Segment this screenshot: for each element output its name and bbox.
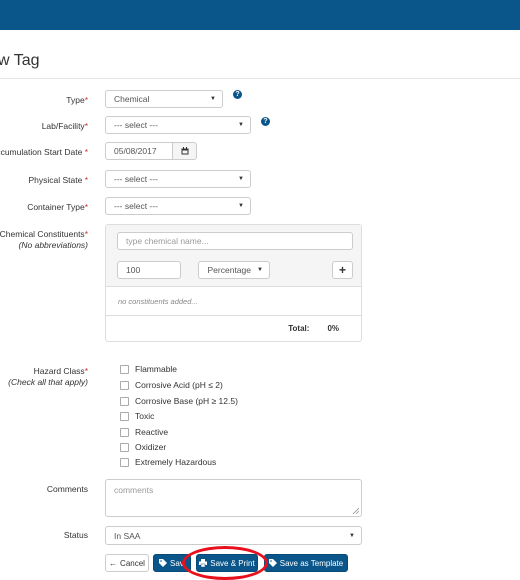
question-circle-icon[interactable]: ? — [261, 117, 270, 126]
hazard-checkbox-oxidizer[interactable]: Oxidizer — [120, 442, 166, 452]
status-value: In SAA — [114, 530, 141, 541]
hazard-checkbox-corrosive-acid[interactable]: Corrosive Acid (pH ≤ 2) — [120, 380, 223, 390]
calendar-button[interactable] — [173, 142, 197, 160]
lab-facility-select-value: --- select --- — [114, 120, 158, 130]
save-template-button-label: Save as Template — [279, 558, 344, 568]
checkbox[interactable] — [120, 457, 129, 467]
type-select-value: Chemical — [114, 94, 150, 104]
print-icon — [199, 559, 208, 567]
chevron-down-icon: ▼ — [210, 96, 216, 102]
add-constituent-button[interactable]: + — [332, 261, 353, 279]
total-label: Total: — [288, 324, 310, 333]
container-type-label: Container Type* — [27, 202, 88, 212]
chemical-name-input[interactable]: type chemical name... — [117, 232, 353, 250]
chevron-down-icon: ▼ — [349, 532, 355, 539]
hazard-option-label: Corrosive Base (pH ≥ 12.5) — [135, 396, 238, 406]
start-date-label: Accumulation Start Date * — [0, 147, 88, 157]
hazard-class-sublabel: (Check all that apply) — [8, 377, 88, 387]
checkbox[interactable] — [120, 411, 129, 421]
hazard-option-label: Reactive — [135, 427, 169, 437]
checkbox[interactable] — [120, 442, 129, 452]
cancel-button-label: Cancel — [120, 558, 145, 568]
save-print-button[interactable]: Save & Print — [196, 554, 258, 572]
tag-icon — [159, 559, 167, 567]
physical-state-select[interactable]: --- select --- ▼ — [105, 170, 251, 188]
checkbox[interactable] — [120, 380, 129, 390]
comments-placeholder: comments — [114, 485, 154, 495]
comments-textarea[interactable]: comments — [105, 479, 362, 517]
chemical-constituents-sublabel: (No abbreviations) — [18, 240, 88, 250]
physical-state-label: Physical State * — [28, 175, 88, 185]
resize-handle-icon[interactable] — [353, 508, 359, 514]
plus-icon: + — [338, 263, 346, 277]
empty-constituents-text: no constituents added... — [118, 297, 198, 306]
hazard-option-label: Flammable — [135, 364, 178, 374]
unit-value: Percentage — [207, 265, 251, 275]
chevron-down-icon: ▼ — [238, 176, 244, 182]
lab-facility-label: Lab/Facility* — [41, 121, 88, 131]
save-template-button[interactable]: Save as Template — [264, 554, 348, 572]
title-divider — [0, 78, 520, 79]
amount-value: 100 — [126, 265, 141, 275]
cancel-button[interactable]: ← Cancel — [105, 554, 149, 572]
container-type-value: --- select --- — [114, 201, 158, 211]
save-print-button-label: Save & Print — [210, 558, 255, 568]
top-navbar — [0, 0, 520, 30]
question-circle-icon[interactable]: ? — [233, 90, 242, 99]
comments-label: Comments — [46, 484, 88, 494]
total-row: Total: 0% — [288, 324, 339, 333]
save-button-label: Sav — [170, 558, 184, 568]
amount-input[interactable]: 100 — [117, 261, 181, 279]
type-select[interactable]: Chemical ▼ — [105, 90, 223, 108]
status-select[interactable]: In SAA ▼ — [105, 526, 362, 545]
hazard-option-label: Corrosive Acid (pH ≤ 2) — [135, 380, 223, 390]
calendar-icon — [181, 147, 188, 155]
hazard-checkbox-toxic[interactable]: Toxic — [120, 411, 154, 421]
save-button[interactable]: Sav — [153, 554, 191, 572]
hazard-checkbox-reactive[interactable]: Reactive — [120, 427, 168, 437]
checkbox[interactable] — [120, 364, 129, 374]
container-type-select[interactable]: --- select --- ▼ — [105, 197, 251, 215]
unit-select[interactable]: Percentage ▼ — [198, 261, 270, 279]
constituents-panel: type chemical name... 100 Percentage ▼ +… — [105, 224, 362, 342]
hazard-option-label: Extremely Hazardous — [135, 457, 217, 467]
physical-state-value: --- select --- — [114, 174, 158, 184]
chevron-down-icon: ▼ — [238, 122, 244, 128]
start-date-value: 05/08/2017 — [114, 146, 157, 156]
constituents-list: no constituents added... — [106, 287, 361, 316]
hazard-checkbox-extremely-hazardous[interactable]: Extremely Hazardous — [120, 457, 216, 467]
checkbox[interactable] — [120, 427, 129, 437]
checkbox[interactable] — [120, 396, 129, 406]
chemical-name-placeholder: type chemical name... — [126, 236, 209, 246]
total-value: 0% — [327, 324, 339, 333]
status-label: Status — [63, 530, 88, 540]
chevron-down-icon: ▼ — [238, 203, 244, 209]
hazard-checkbox-flammable[interactable]: Flammable — [120, 364, 177, 374]
arrow-left-icon: ← — [109, 558, 118, 568]
hazard-option-label: Toxic — [135, 411, 155, 421]
chemical-constituents-label: Chemical Constituents* (No abbreviations… — [0, 229, 88, 250]
hazard-class-label: Hazard Class* (Check all that apply) — [8, 366, 88, 387]
lab-facility-select[interactable]: --- select --- ▼ — [105, 116, 251, 134]
type-label: Type* — [66, 95, 88, 105]
tag-icon — [268, 559, 277, 567]
start-date-input[interactable]: 05/08/2017 — [105, 142, 173, 160]
page-title: w Tag — [0, 52, 40, 69]
chevron-down-icon: ▼ — [257, 267, 263, 273]
hazard-option-label: Oxidizer — [135, 442, 167, 452]
hazard-checkbox-corrosive-base[interactable]: Corrosive Base (pH ≥ 12.5) — [120, 396, 238, 406]
